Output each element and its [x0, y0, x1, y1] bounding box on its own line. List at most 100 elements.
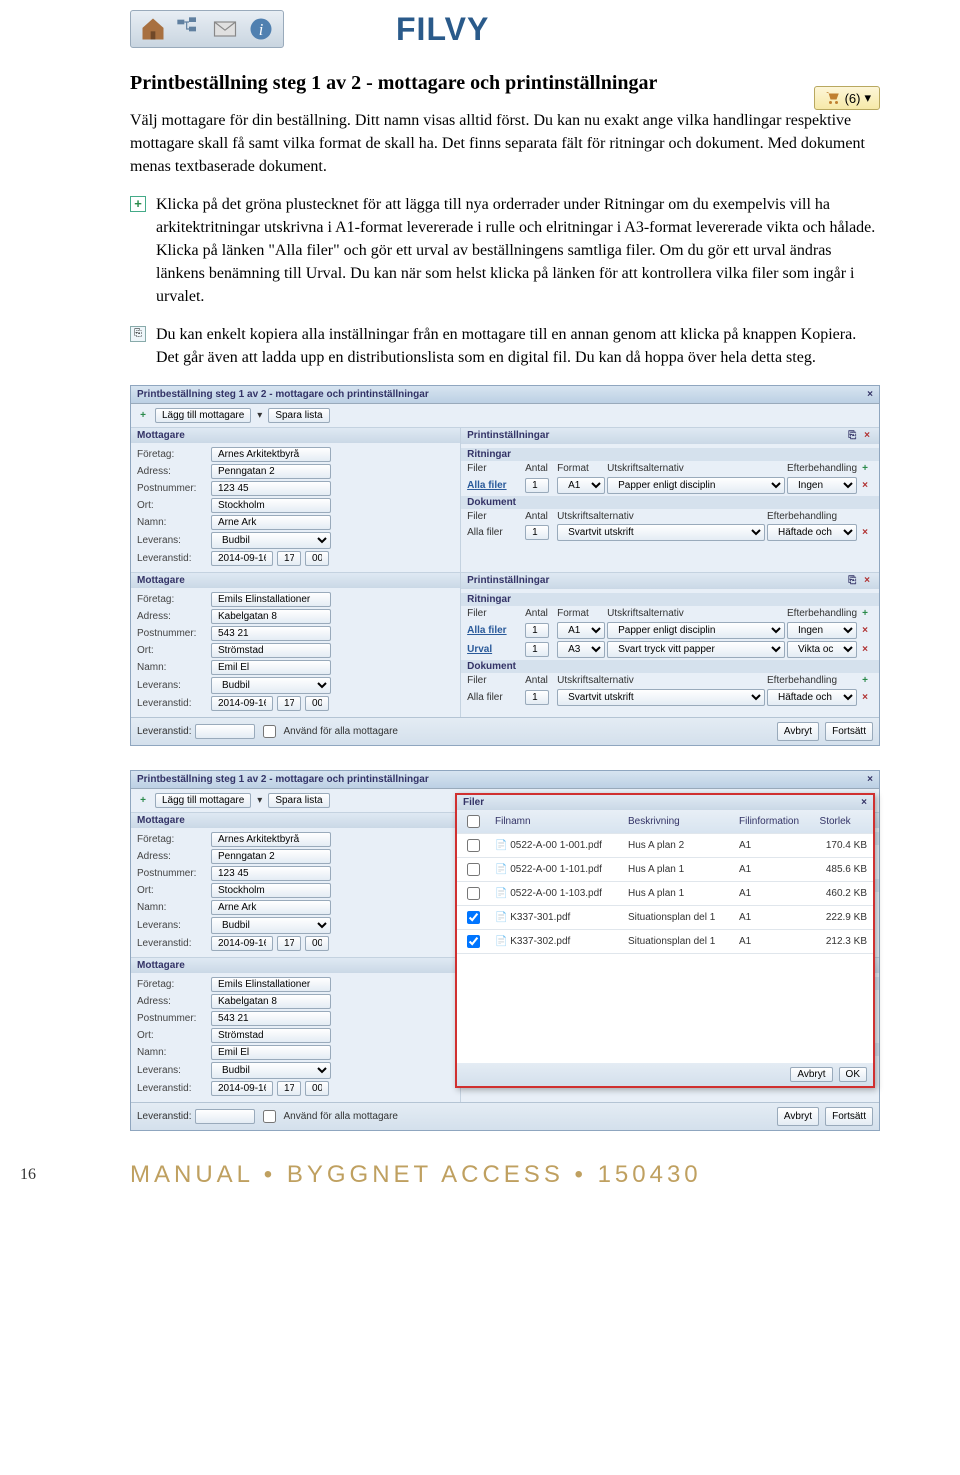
delete-row-icon[interactable]: ×	[859, 691, 871, 703]
delete-row-icon[interactable]: ×	[859, 526, 871, 538]
utskrift-select[interactable]: Svartvit utskrift	[557, 689, 765, 706]
cancel-button[interactable]: Avbryt	[777, 722, 819, 741]
table-row[interactable]: 📄 0522-A-00 1-001.pdfHus A plan 2A1170.4…	[457, 833, 873, 857]
antal-input[interactable]	[525, 642, 549, 657]
date-input[interactable]	[211, 1081, 273, 1096]
save-list-button[interactable]: Spara lista	[268, 793, 329, 808]
antal-input[interactable]	[525, 690, 549, 705]
mail-icon[interactable]	[211, 15, 239, 43]
cancel-button[interactable]: Avbryt	[790, 1067, 832, 1082]
home-icon[interactable]	[139, 15, 167, 43]
postnr-input[interactable]	[211, 481, 331, 496]
copy-icon[interactable]: ⎘	[846, 575, 858, 587]
efter-select[interactable]: Vikta och hålade	[787, 641, 857, 658]
info-icon[interactable]: i	[247, 15, 275, 43]
date-input[interactable]	[211, 696, 273, 711]
ort-input[interactable]	[211, 1028, 331, 1043]
tree-icon[interactable]	[175, 15, 203, 43]
cancel-button[interactable]: Avbryt	[777, 1107, 819, 1126]
row-checkbox[interactable]	[467, 839, 480, 852]
delete-row-icon[interactable]: ×	[859, 643, 871, 655]
foretag-input[interactable]	[211, 832, 331, 847]
apply-all-checkbox[interactable]	[263, 1110, 276, 1123]
save-list-button[interactable]: Spara lista	[268, 408, 329, 423]
leverans-select[interactable]: Budbil	[211, 917, 331, 934]
foretag-input[interactable]	[211, 447, 331, 462]
table-row[interactable]: 📄 K337-302.pdfSituationsplan del 1A1212.…	[457, 929, 873, 953]
footer-date-input[interactable]	[195, 1109, 255, 1124]
format-select[interactable]: A1	[557, 622, 605, 639]
efter-select[interactable]: Ingen	[787, 622, 857, 639]
plus-icon[interactable]: +	[859, 463, 871, 475]
ok-button[interactable]: OK	[839, 1067, 867, 1082]
plus-icon[interactable]: +	[859, 675, 871, 687]
add-recipient-button[interactable]: Lägg till mottagare	[155, 408, 251, 423]
add-recipient-button[interactable]: Lägg till mottagare	[155, 793, 251, 808]
adress-input[interactable]	[211, 849, 331, 864]
leverans-select[interactable]: Budbil	[211, 1062, 331, 1079]
close-icon[interactable]: ×	[861, 797, 867, 808]
foretag-input[interactable]	[211, 977, 331, 992]
utskrift-select[interactable]: Papper enligt disciplin	[607, 477, 785, 494]
row-checkbox[interactable]	[467, 863, 480, 876]
date-input[interactable]	[211, 936, 273, 951]
copy-icon[interactable]: ⎘	[846, 430, 858, 442]
select-all-checkbox[interactable]	[467, 815, 480, 828]
efter-select[interactable]: Ingen	[787, 477, 857, 494]
close-icon[interactable]: ×	[867, 774, 873, 785]
hour-input[interactable]	[277, 696, 301, 711]
utskrift-select[interactable]: Papper enligt disciplin	[607, 622, 785, 639]
row-checkbox[interactable]	[467, 935, 480, 948]
efter-select[interactable]: Häftade och hålade	[767, 689, 857, 706]
hour-input[interactable]	[277, 1081, 301, 1096]
adress-input[interactable]	[211, 994, 331, 1009]
adress-input[interactable]	[211, 464, 331, 479]
table-row[interactable]: 📄 0522-A-00 1-103.pdfHus A plan 1A1460.2…	[457, 881, 873, 905]
alla-filer-link[interactable]: Alla filer	[467, 692, 523, 703]
minute-input[interactable]	[305, 696, 329, 711]
alla-filer-link[interactable]: Alla filer	[467, 527, 523, 538]
urval-link[interactable]: Urval	[467, 644, 523, 655]
format-select[interactable]: A3	[557, 641, 605, 658]
foretag-input[interactable]	[211, 592, 331, 607]
plus-icon[interactable]: +	[859, 608, 871, 620]
delete-icon[interactable]: ×	[861, 575, 873, 587]
minute-input[interactable]	[305, 551, 329, 566]
efter-select[interactable]: Häftade och hålade	[767, 524, 857, 541]
continue-button[interactable]: Fortsätt	[825, 1107, 873, 1126]
postnr-input[interactable]	[211, 866, 331, 881]
adress-input[interactable]	[211, 609, 331, 624]
namn-input[interactable]	[211, 1045, 331, 1060]
ort-input[interactable]	[211, 643, 331, 658]
namn-input[interactable]	[211, 900, 331, 915]
delete-row-icon[interactable]: ×	[859, 624, 871, 636]
alla-filer-link[interactable]: Alla filer	[467, 480, 523, 491]
postnr-input[interactable]	[211, 626, 331, 641]
row-checkbox[interactable]	[467, 887, 480, 900]
row-checkbox[interactable]	[467, 911, 480, 924]
delete-row-icon[interactable]: ×	[859, 479, 871, 491]
utskrift-select[interactable]: Svartvit utskrift	[557, 524, 765, 541]
format-select[interactable]: A1	[557, 477, 605, 494]
plus-icon[interactable]: +	[137, 409, 149, 421]
ort-input[interactable]	[211, 883, 331, 898]
minute-input[interactable]	[305, 936, 329, 951]
antal-input[interactable]	[525, 478, 549, 493]
utskrift-select[interactable]: Svart tryck vitt papper	[607, 641, 785, 658]
hour-input[interactable]	[277, 551, 301, 566]
ort-input[interactable]	[211, 498, 331, 513]
hour-input[interactable]	[277, 936, 301, 951]
cart-widget[interactable]: (6) ▾	[814, 86, 880, 110]
namn-input[interactable]	[211, 660, 331, 675]
apply-all-checkbox[interactable]	[263, 725, 276, 738]
footer-date-input[interactable]	[195, 724, 255, 739]
delete-icon[interactable]: ×	[861, 430, 873, 442]
namn-input[interactable]	[211, 515, 331, 530]
antal-input[interactable]	[525, 525, 549, 540]
minute-input[interactable]	[305, 1081, 329, 1096]
antal-input[interactable]	[525, 623, 549, 638]
continue-button[interactable]: Fortsätt	[825, 722, 873, 741]
alla-filer-link[interactable]: Alla filer	[467, 625, 523, 636]
date-input[interactable]	[211, 551, 273, 566]
leverans-select[interactable]: Budbil	[211, 532, 331, 549]
